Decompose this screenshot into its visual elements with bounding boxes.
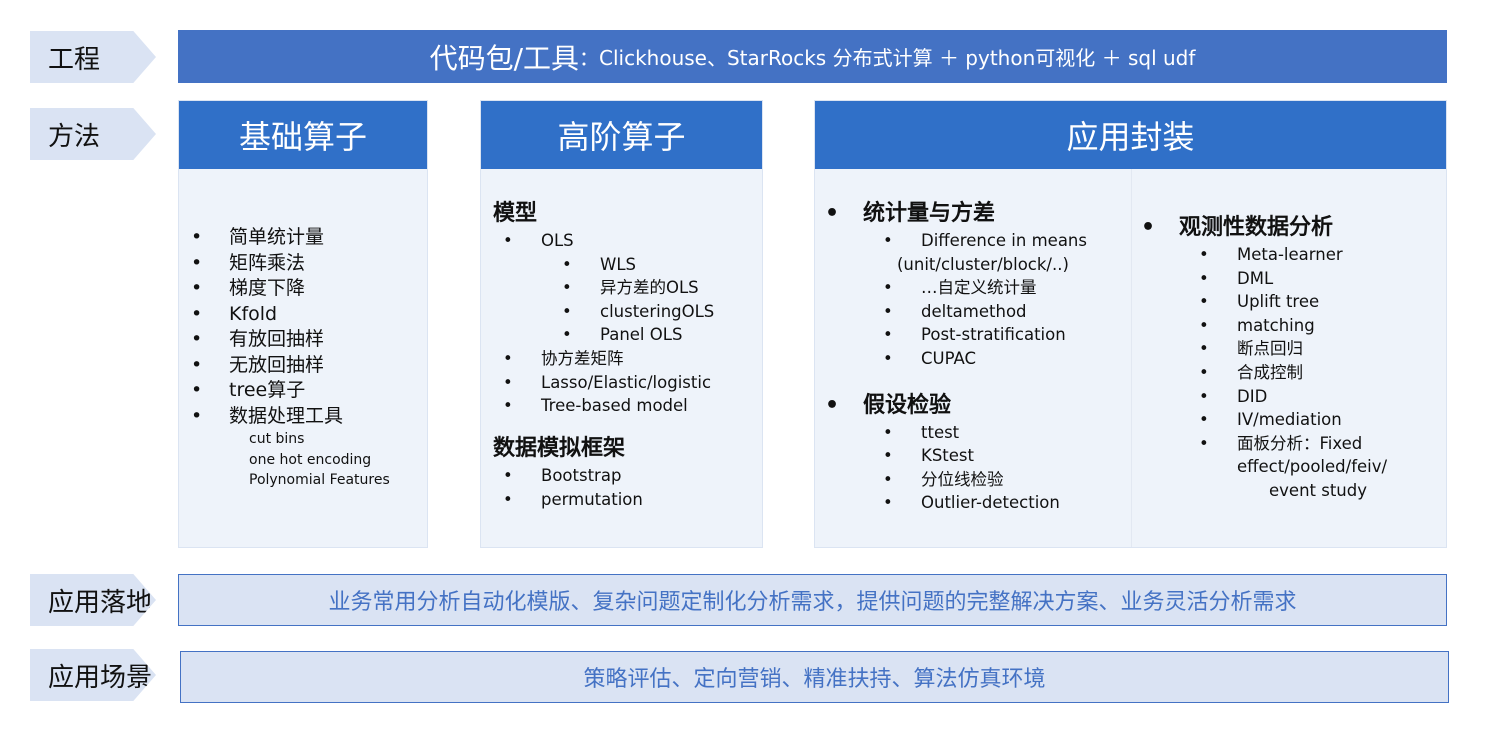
- row-label-engineering: 工程: [30, 31, 156, 83]
- list-item: 梯度下降: [191, 276, 427, 302]
- application-header: 应用封装: [815, 101, 1446, 169]
- scenario-bar: 策略评估、定向营销、精准扶持、算法仿真环境: [180, 651, 1449, 703]
- list-item: ttest: [883, 421, 1087, 445]
- list-item: Post-stratification: [883, 323, 1087, 347]
- list-item: Outlier-detection: [883, 491, 1087, 515]
- section-title: 观测性数据分析: [1141, 213, 1387, 243]
- section-title: 假设检验: [825, 391, 1087, 421]
- advanced-operators-panel: 高阶算子 模型 OLSWLS异方差的OLSclusteringOLSPanel O…: [480, 100, 763, 548]
- list-item: Lasso/Elastic/logistic: [503, 371, 762, 395]
- list-item: Panel OLS: [562, 323, 762, 347]
- landing-bar: 业务常用分析自动化模版、复杂问题定制化分析需求，提供问题的完整解决方案、业务灵活…: [178, 574, 1447, 626]
- section-title: 数据模拟框架: [493, 435, 626, 461]
- list-item: CUPAC: [883, 347, 1087, 371]
- list-item: 无放回抽样: [191, 353, 427, 379]
- list-item: 协方差矩阵: [503, 347, 762, 371]
- section-title: 统计量与方差: [825, 199, 1087, 229]
- list-item: Bootstrap: [503, 464, 762, 488]
- list-item: permutation: [503, 488, 762, 512]
- list-item: 矩阵乘法: [191, 251, 427, 277]
- list-item: matching: [1199, 314, 1387, 338]
- basic-operators-panel: 基础算子 简单统计量矩阵乘法梯度下降Kfold有放回抽样无放回抽样tree算子数…: [178, 100, 428, 548]
- application-panel: 应用封装 统计量与方差Difference in means(unit/clus…: [814, 100, 1447, 548]
- list-item: Kfold: [191, 302, 427, 328]
- list-item: 合成控制: [1199, 361, 1387, 385]
- list-item-continuation: effect/pooled/feiv/: [1237, 457, 1388, 477]
- basic-header: 基础算子: [179, 101, 427, 169]
- engineering-content: ：Clickhouse、StarRocks 分布式计算 ＋ python可视化 …: [579, 46, 1196, 70]
- row-label-landing: 应用落地: [30, 574, 156, 626]
- list-item: 简单统计量: [191, 225, 427, 251]
- list-item: clusteringOLS: [562, 300, 762, 324]
- list-item: …自定义统计量: [883, 276, 1087, 300]
- list-item: Tree-based model: [503, 394, 762, 418]
- row-label-method: 方法: [30, 108, 156, 160]
- list-item: Meta-learner: [1199, 243, 1387, 267]
- list-item: 分位线检验: [883, 468, 1087, 492]
- sub-item: cut bins: [249, 431, 305, 447]
- list-item: Uplift tree: [1199, 290, 1387, 314]
- list-item: 有放回抽样: [191, 327, 427, 353]
- list-item: Difference in means: [883, 229, 1087, 253]
- list-item: 断点回归: [1199, 337, 1387, 361]
- list-item: 面板分析：Fixed: [1199, 432, 1387, 456]
- list-item: DML: [1199, 267, 1387, 291]
- engineering-bar: 代码包/工具 ：Clickhouse、StarRocks 分布式计算 ＋ pyt…: [178, 30, 1447, 83]
- row-label-scenario: 应用场景: [30, 649, 156, 701]
- list-item: DID: [1199, 385, 1387, 409]
- list-item: 数据处理工具: [191, 404, 427, 430]
- list-item: deltamethod: [883, 300, 1087, 324]
- list-item: (unit/cluster/block/..): [897, 254, 1069, 274]
- list-item: 异方差的OLS: [562, 276, 762, 300]
- list-item: OLS: [503, 229, 762, 253]
- list-item: KStest: [883, 444, 1087, 468]
- sub-item: one hot encoding: [249, 451, 372, 468]
- engineering-title: 代码包/工具: [429, 41, 580, 75]
- section-title: 模型: [493, 201, 538, 226]
- list-item-continuation: event study: [1269, 480, 1368, 500]
- list-item: IV/mediation: [1199, 408, 1387, 432]
- list-item: WLS: [562, 253, 762, 277]
- sub-item: Polynomial Features: [249, 472, 390, 488]
- advanced-header: 高阶算子: [481, 101, 762, 169]
- list-item: tree算子: [191, 378, 427, 404]
